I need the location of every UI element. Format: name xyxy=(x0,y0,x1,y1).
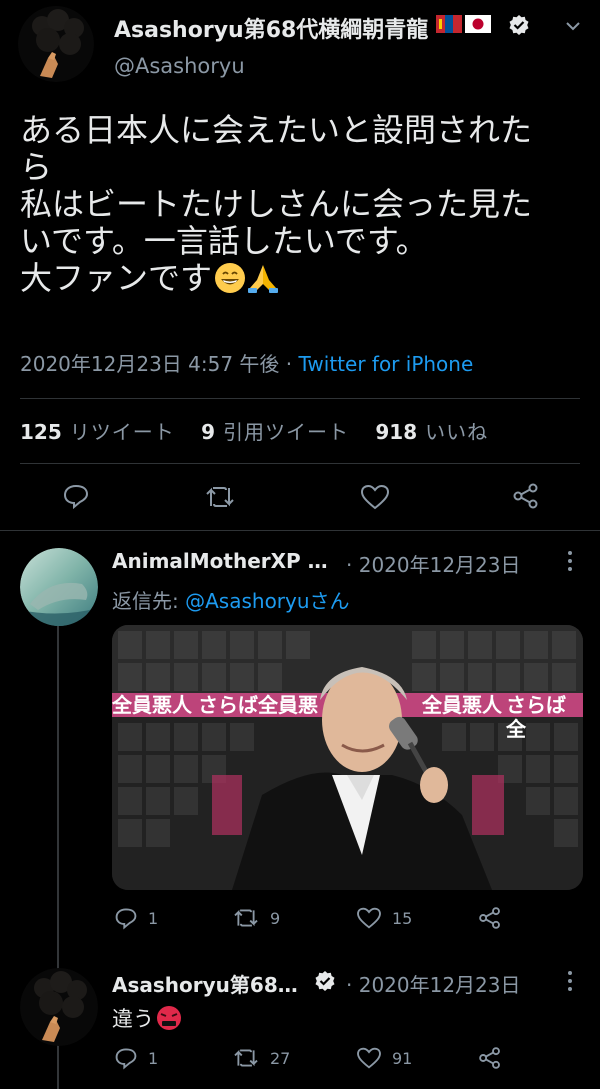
tweet-stats: 125 リツイート 9 引用ツイート 918 いいね xyxy=(20,416,488,445)
retweets-stat[interactable]: 125 リツイート xyxy=(20,420,175,444)
tweet-text-line: 私はビートたけしさんに会った見た xyxy=(20,185,533,223)
author-avatar[interactable] xyxy=(18,6,94,82)
divider xyxy=(20,398,580,399)
tweet-meta: 2020年12月23日 4:57 午後 · Twitter for iPhone xyxy=(20,348,473,377)
tweet-text-line: ある日本人に会えたいと設問された xyxy=(20,111,533,149)
verified-badge-icon xyxy=(315,971,335,991)
tweet-text: ある日本人に会えたいと設問された ら 私はビートたけしさんに会った見た いです。… xyxy=(20,112,532,297)
japan-flag-icon xyxy=(465,15,491,33)
retweet-count: 9 xyxy=(270,908,281,928)
photo-banner-text: 全員悪人 xyxy=(422,693,502,717)
reply-text: 違う xyxy=(112,1003,182,1033)
grinning-face-icon xyxy=(215,263,246,293)
like-icon[interactable] xyxy=(360,484,390,510)
reply-icon xyxy=(115,1048,137,1070)
likes-count: 918 xyxy=(375,420,418,444)
retweets-count: 125 xyxy=(20,420,62,444)
reply-count: 1 xyxy=(148,908,159,928)
reply-icon[interactable] xyxy=(62,482,90,510)
retweet-icon[interactable] xyxy=(204,484,236,510)
photo-banner-text: さらば全 xyxy=(506,693,566,741)
likes-stat[interactable]: 918 いいね xyxy=(375,420,488,444)
like-count: 15 xyxy=(392,908,413,928)
divider xyxy=(0,530,600,531)
angry-face-icon xyxy=(157,1006,181,1030)
like-icon xyxy=(357,907,381,929)
share-icon[interactable] xyxy=(478,906,502,930)
reply-to-handle[interactable]: @Asashoryuさん xyxy=(185,589,349,613)
reply-author-name[interactable]: Asashoryu第68… xyxy=(112,969,298,998)
reply-attached-photo[interactable]: 全員悪人 さらば全員悪 全員悪人 さらば全 xyxy=(112,625,583,890)
likes-label: いいね xyxy=(425,420,489,444)
tweet-text-line: ら xyxy=(20,148,53,186)
reply-to-prefix: 返信先: xyxy=(112,589,186,613)
tweet-text-last: 大ファンです xyxy=(20,259,213,297)
reply-count: 1 xyxy=(148,1048,159,1068)
meta-separator: · xyxy=(285,352,293,376)
like-button[interactable]: 91 xyxy=(356,1047,412,1069)
photo-banner-text: 全員悪人 xyxy=(112,693,192,717)
quotes-label: 引用ツイート xyxy=(223,420,350,444)
flag-icons xyxy=(436,15,491,33)
reply-author-avatar[interactable] xyxy=(20,968,98,1046)
more-options-icon[interactable] xyxy=(566,550,574,572)
tweet-timestamp[interactable]: 2020年12月23日 4:57 午後 xyxy=(20,352,279,376)
reply-date[interactable]: · 2020年12月23日 xyxy=(346,969,521,998)
verified-badge-icon xyxy=(509,15,529,35)
tweet-text-line: 大ファンです xyxy=(20,260,532,297)
retweet-button[interactable]: 27 xyxy=(232,1047,290,1069)
retweet-button[interactable]: 9 xyxy=(232,907,280,929)
reply-text-content: 違う xyxy=(112,1007,154,1031)
author-handle[interactable]: @Asashoryu xyxy=(114,54,245,78)
reply-to-line: 返信先: @Asashoryuさん xyxy=(112,585,350,614)
quotes-count: 9 xyxy=(201,420,216,444)
like-icon xyxy=(357,1047,381,1069)
retweet-icon xyxy=(234,909,258,927)
mongolia-flag-icon xyxy=(436,15,462,33)
reply-button[interactable]: 1 xyxy=(114,906,158,930)
tweet-source-link[interactable]: Twitter for iPhone xyxy=(299,352,474,376)
chevron-down-icon[interactable] xyxy=(565,20,581,32)
tweet-text-line: いです。一言話したいです。 xyxy=(20,222,428,260)
more-options-icon[interactable] xyxy=(566,970,574,992)
retweet-count: 27 xyxy=(270,1048,291,1068)
retweets-label: リツイート xyxy=(69,420,175,444)
photo-banner-text: さらば全員悪 xyxy=(198,693,318,717)
share-icon[interactable] xyxy=(512,482,540,510)
like-button[interactable]: 15 xyxy=(356,907,412,929)
share-icon[interactable] xyxy=(478,1046,502,1070)
reply-author-name[interactable]: AnimalMotherXP … xyxy=(112,549,328,573)
reply-icon xyxy=(115,908,137,930)
retweet-icon xyxy=(234,1049,258,1067)
reply-author-avatar[interactable] xyxy=(20,548,98,626)
folded-hands-icon xyxy=(248,265,279,293)
reply-date[interactable]: · 2020年12月23日 xyxy=(346,549,521,578)
reply-button[interactable]: 1 xyxy=(114,1046,158,1070)
divider xyxy=(20,463,580,464)
author-display-name[interactable]: Asashoryu第68代横綱朝青龍 xyxy=(114,12,428,44)
like-count: 91 xyxy=(392,1048,413,1068)
quotes-stat[interactable]: 9 引用ツイート xyxy=(201,420,349,444)
